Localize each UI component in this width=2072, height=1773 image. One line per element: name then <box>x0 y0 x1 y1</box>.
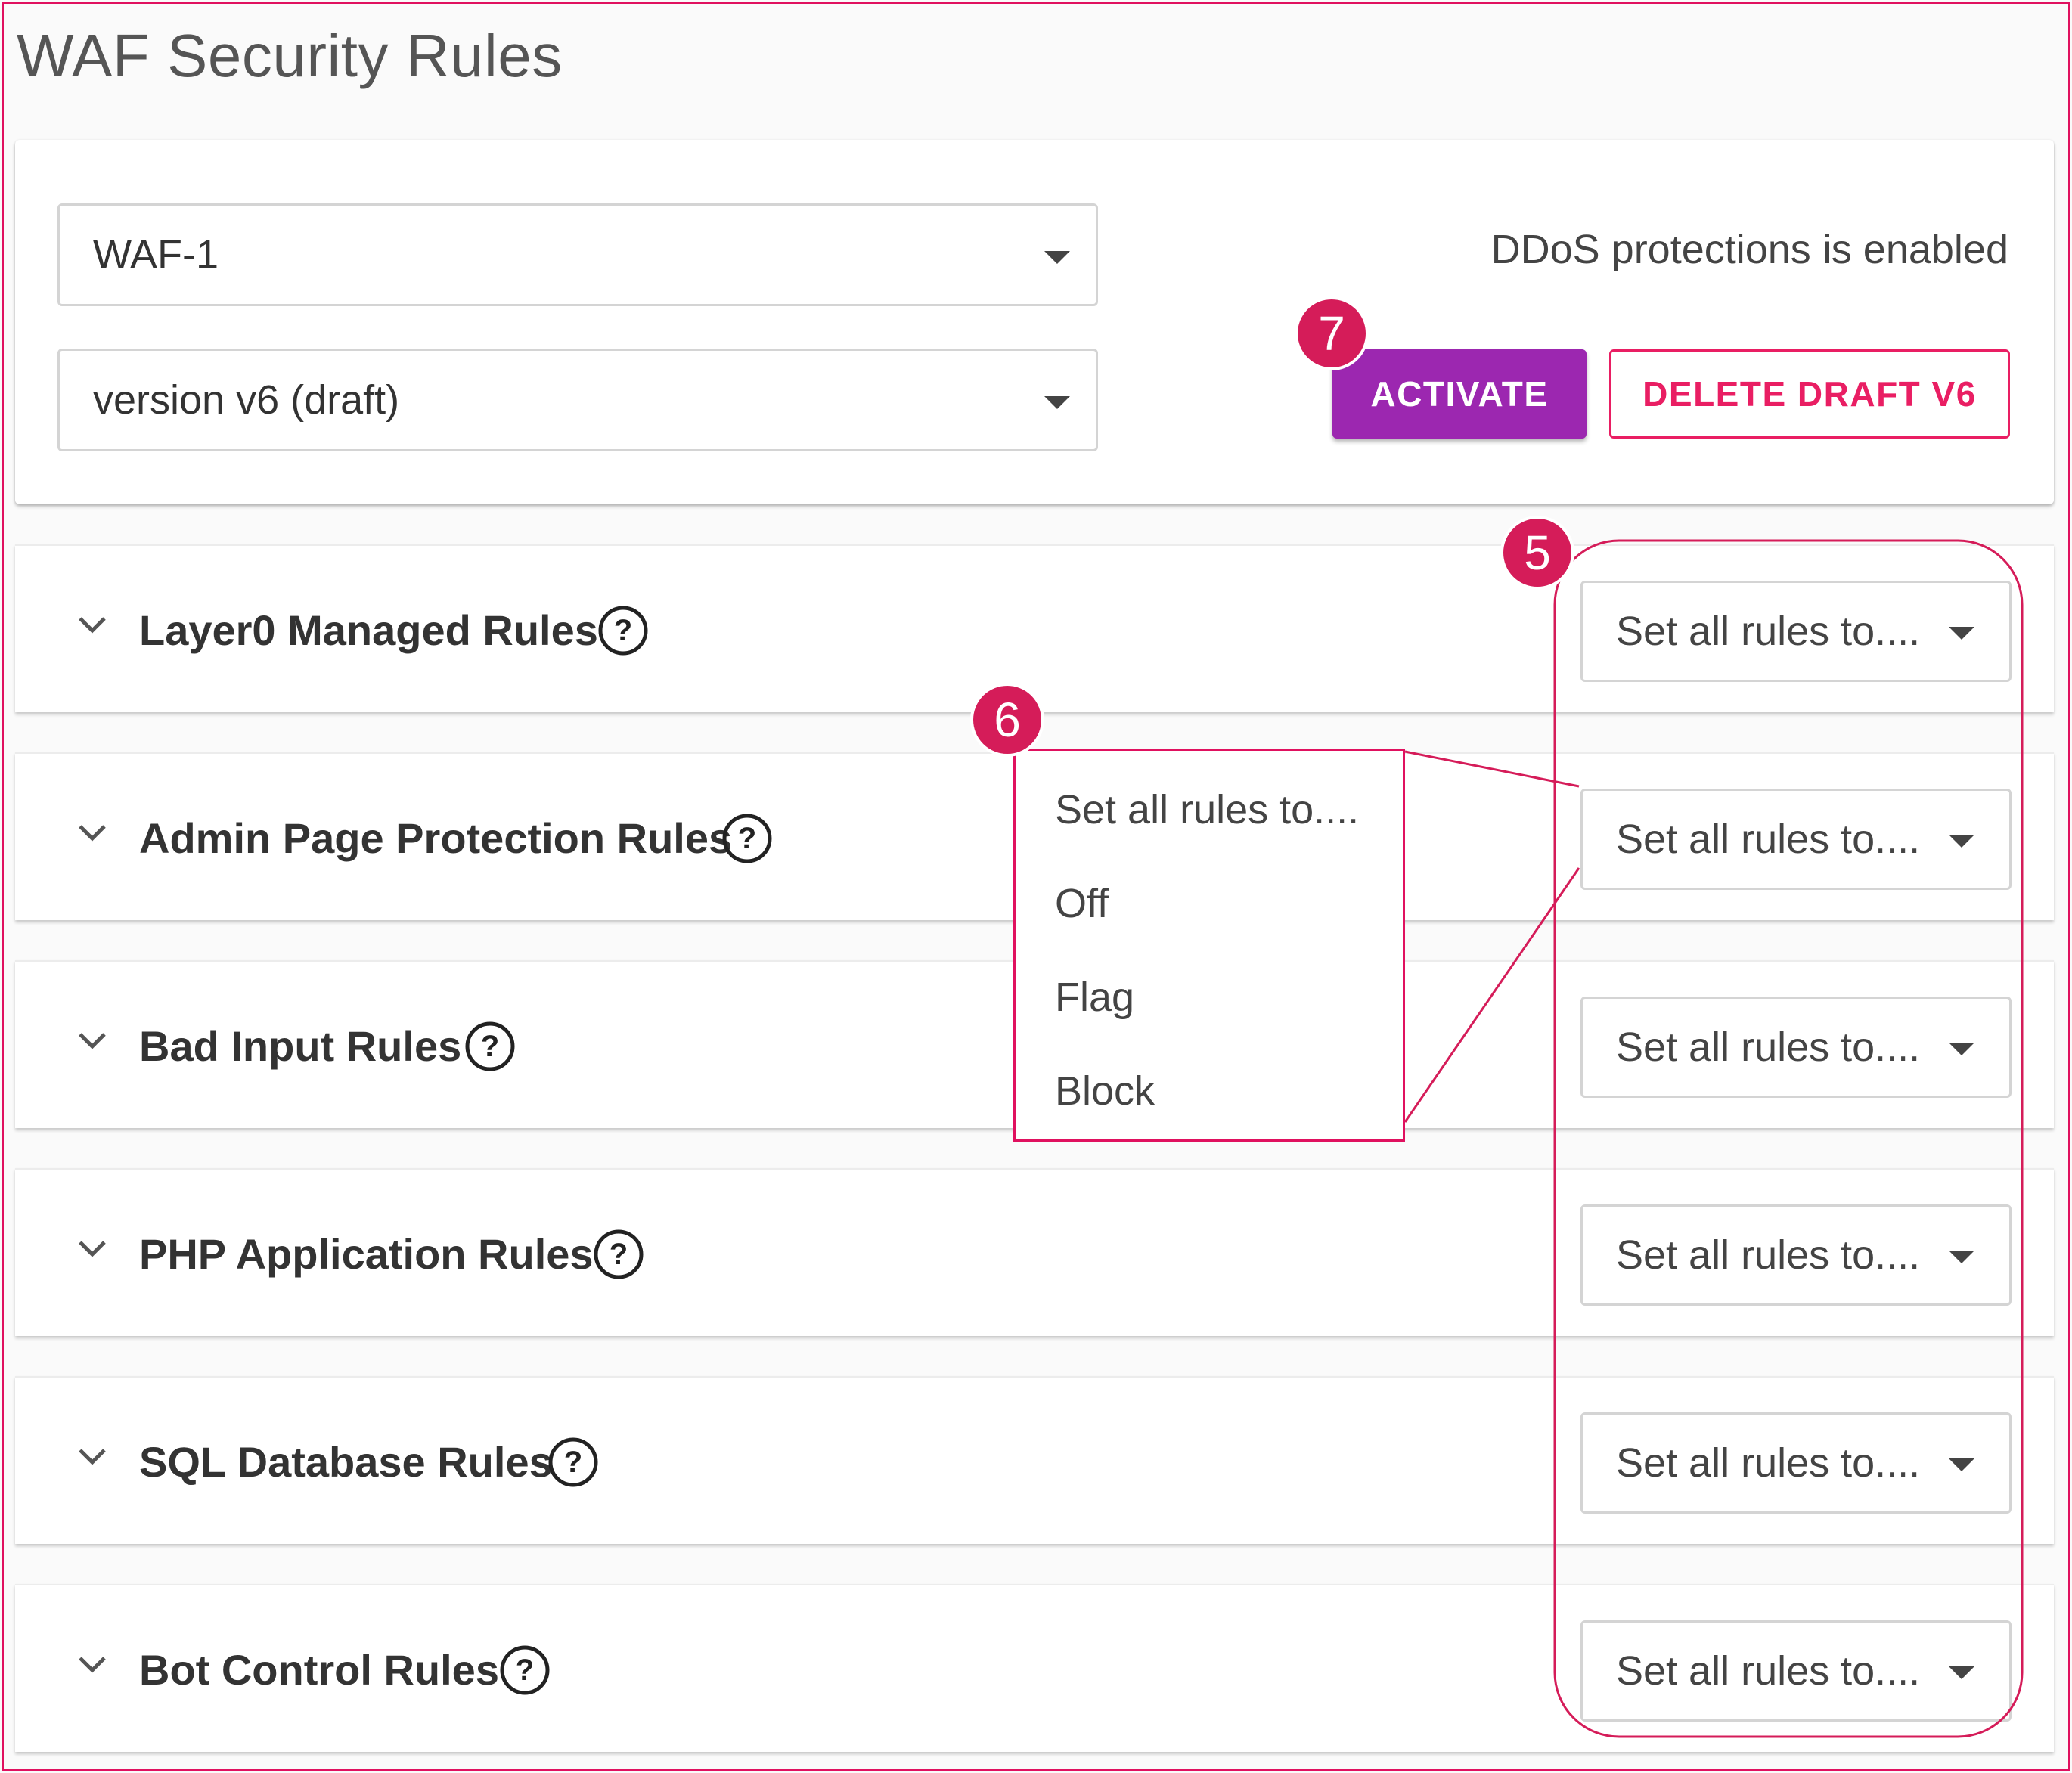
rule-group-panel[interactable]: Bot Control Rules ? Set all rules to.... <box>15 1584 2054 1752</box>
chevron-down-icon[interactable] <box>77 609 107 640</box>
waf-select-value: WAF-1 <box>93 232 219 277</box>
rule-group-title: Bad Input Rules <box>139 1021 462 1070</box>
caret-down-icon <box>1949 1458 1974 1471</box>
page-title: WAF Security Rules <box>17 22 563 89</box>
rule-group-title: PHP Application Rules <box>139 1229 594 1278</box>
set-all-rules-value: Set all rules to.... <box>1616 1024 1921 1070</box>
rule-group-title: Bot Control Rules <box>139 1645 499 1694</box>
help-circle-icon[interactable]: ? <box>721 813 773 864</box>
rule-group-title: Layer0 Managed Rules <box>139 606 598 654</box>
caret-down-icon <box>1044 396 1070 409</box>
set-all-rules-select[interactable]: Set all rules to.... <box>1580 581 2012 682</box>
callout-badge-5: 5 <box>1500 516 1574 590</box>
menu-option-placeholder[interactable]: Set all rules to.... <box>1016 763 1403 857</box>
help-circle-icon[interactable]: ? <box>593 1229 644 1280</box>
svg-text:?: ? <box>738 822 756 855</box>
set-all-rules-value: Set all rules to.... <box>1616 1648 1921 1694</box>
activate-button[interactable]: ACTIVATE <box>1332 349 1587 439</box>
caret-down-icon <box>1949 627 1974 640</box>
set-all-rules-select[interactable]: Set all rules to.... <box>1580 789 2012 890</box>
caret-down-icon <box>1044 251 1070 264</box>
callout-badge-6: 6 <box>970 683 1044 757</box>
caret-down-icon <box>1949 835 1974 848</box>
set-all-rules-value: Set all rules to.... <box>1616 609 1921 654</box>
help-circle-icon[interactable]: ? <box>499 1644 551 1696</box>
menu-option-flag[interactable]: Flag <box>1016 950 1403 1044</box>
svg-text:?: ? <box>610 1238 628 1271</box>
svg-text:?: ? <box>564 1446 582 1479</box>
set-all-rules-value: Set all rules to.... <box>1616 1232 1921 1278</box>
chevron-down-icon[interactable] <box>77 1233 107 1263</box>
chevron-down-icon[interactable] <box>77 817 107 848</box>
set-all-rules-select[interactable]: Set all rules to.... <box>1580 997 2012 1098</box>
help-circle-icon[interactable]: ? <box>597 605 649 656</box>
menu-option-off[interactable]: Off <box>1016 857 1403 950</box>
version-select-value: version v6 (draft) <box>93 377 400 423</box>
callout-badge-7: 7 <box>1295 296 1369 370</box>
set-all-rules-select[interactable]: Set all rules to.... <box>1580 1620 2012 1722</box>
set-all-rules-value: Set all rules to.... <box>1616 817 1921 862</box>
config-card: WAF-1 version v6 (draft) DDoS protection… <box>15 140 2054 504</box>
waf-select[interactable]: WAF-1 <box>57 203 1098 306</box>
rule-group-panel[interactable]: SQL Database Rules ? Set all rules to...… <box>15 1376 2054 1544</box>
set-all-rules-select[interactable]: Set all rules to.... <box>1580 1412 2012 1514</box>
delete-draft-button[interactable]: DELETE DRAFT V6 <box>1609 349 2010 439</box>
caret-down-icon <box>1949 1043 1974 1055</box>
caret-down-icon <box>1949 1666 1974 1679</box>
rule-group-title: SQL Database Rules <box>139 1437 553 1486</box>
rule-group-panel[interactable]: Layer0 Managed Rules ? Set all rules to.… <box>15 544 2054 712</box>
chevron-down-icon[interactable] <box>77 1649 107 1679</box>
help-circle-icon[interactable]: ? <box>547 1437 599 1488</box>
svg-text:?: ? <box>516 1654 534 1687</box>
rule-group-panel[interactable]: PHP Application Rules ? Set all rules to… <box>15 1168 2054 1336</box>
menu-option-block[interactable]: Block <box>1016 1044 1403 1138</box>
set-all-rules-select[interactable]: Set all rules to.... <box>1580 1204 2012 1306</box>
help-circle-icon[interactable]: ? <box>464 1021 516 1072</box>
svg-text:?: ? <box>481 1030 499 1063</box>
set-all-rules-value: Set all rules to.... <box>1616 1440 1921 1486</box>
chevron-down-icon[interactable] <box>77 1441 107 1471</box>
caret-down-icon <box>1949 1251 1974 1263</box>
svg-text:?: ? <box>614 614 632 647</box>
set-all-rules-menu: Set all rules to.... Off Flag Block <box>1013 749 1405 1142</box>
chevron-down-icon[interactable] <box>77 1025 107 1055</box>
callout-bracket <box>1553 539 2024 1738</box>
ddos-status-text: DDoS protections is enabled <box>1490 227 2008 272</box>
rule-group-title: Admin Page Protection Rules <box>139 814 733 862</box>
version-select[interactable]: version v6 (draft) <box>57 349 1098 451</box>
